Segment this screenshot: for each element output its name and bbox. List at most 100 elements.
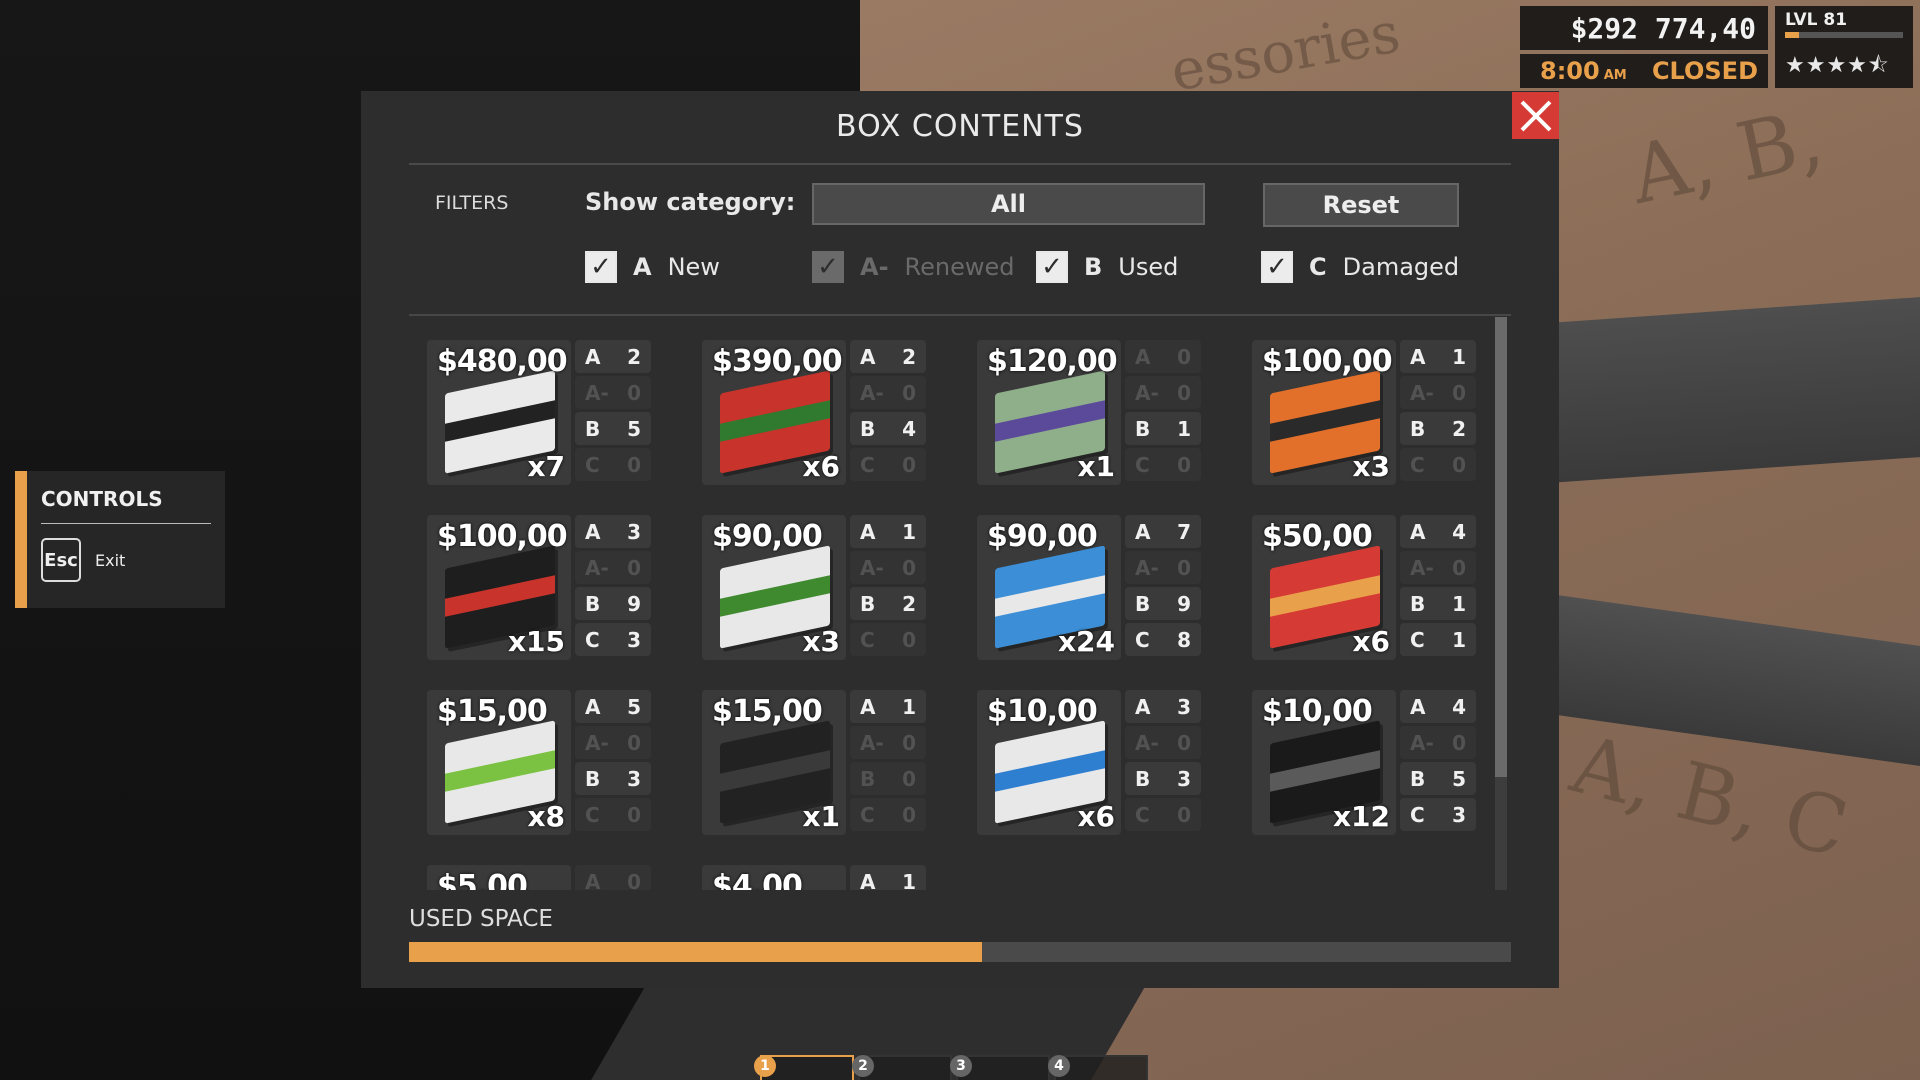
used-space-label: USED SPACE xyxy=(409,906,553,932)
show-category-label: Show category: xyxy=(585,188,796,216)
grade-breakdown: A 5 A- 0 B 3 C 0 xyxy=(575,690,651,835)
grade-count-a: A3 xyxy=(575,515,651,548)
controls-title: CONTROLS xyxy=(41,487,211,524)
item-quantity: x15 xyxy=(507,625,565,658)
hotbar-slot[interactable]: 4 xyxy=(1048,1055,1148,1080)
item-card[interactable]: $480,00 x7 A 2 A- 0 B 5 C 0 xyxy=(427,340,651,485)
item-price: $4,00 xyxy=(712,869,803,890)
grade-count-b: B3 xyxy=(1125,762,1201,795)
box-contents-modal: BOX CONTENTS FILTERS Show category: All … xyxy=(361,91,1559,988)
item-image-panel: $10,00 x12 xyxy=(1252,690,1396,835)
grade-count-b: B9 xyxy=(575,587,651,620)
grade-letter: B xyxy=(1084,253,1103,281)
control-row-exit[interactable]: Esc Exit xyxy=(41,538,211,582)
grade-count-a: A2 xyxy=(850,340,926,373)
item-card[interactable]: $100,00 x3 A 1 A- 0 B 2 C 0 xyxy=(1252,340,1476,485)
item-price: $90,00 xyxy=(712,519,823,554)
item-card[interactable]: $10,00 x6 A 3 A- 0 B 3 C 0 xyxy=(977,690,1201,835)
grade-count-aminus: A- 0 xyxy=(575,726,651,759)
item-quantity: x12 xyxy=(1332,800,1390,833)
close-icon xyxy=(1520,100,1551,131)
money-display: $292 774,40 xyxy=(1520,6,1768,50)
item-price: $15,00 xyxy=(437,694,548,729)
item-quantity: x6 xyxy=(1352,625,1390,658)
item-card[interactable]: $90,00 x24 A 7 A- 0 B 9 C 8 xyxy=(977,515,1201,660)
clock-ampm: AM xyxy=(1603,68,1627,83)
grade-label: New xyxy=(667,253,720,281)
grade-breakdown: A 2 A- 0 B 5 C 0 xyxy=(575,340,651,485)
grade-filter-damaged[interactable]: ✓ C Damaged xyxy=(1261,251,1459,283)
grade-count-a: A4 xyxy=(1400,690,1476,723)
store-status: CLOSED xyxy=(1651,57,1758,85)
checkbox-icon[interactable]: ✓ xyxy=(1261,251,1293,283)
slot-number: 2 xyxy=(852,1055,874,1077)
close-button[interactable] xyxy=(1512,92,1559,139)
rating-stars-icon: ★★★★⯪ xyxy=(1785,53,1890,78)
item-card[interactable]: $100,00 x15 A 3 A- 0 B 9 C 3 xyxy=(427,515,651,660)
item-image-panel: $90,00 x24 xyxy=(977,515,1121,660)
item-quantity: x1 xyxy=(802,800,840,833)
item-card[interactable]: $390,00 x6 A 2 A- 0 B 4 C 0 xyxy=(702,340,926,485)
grade-filter-used[interactable]: ✓ B Used xyxy=(1036,251,1178,283)
item-quantity: x6 xyxy=(1077,800,1115,833)
grade-count-b: B1 xyxy=(1400,587,1476,620)
grade-count-c: C0 xyxy=(850,623,926,656)
grade-count-aminus: A- 0 xyxy=(1400,551,1476,584)
grade-count-a: A3 xyxy=(1125,690,1201,723)
grid-scrollbar[interactable] xyxy=(1495,317,1507,890)
item-price: $90,00 xyxy=(987,519,1098,554)
item-card[interactable]: $10,00 x12 A 4 A- 0 B 5 C 3 xyxy=(1252,690,1476,835)
reset-button[interactable]: Reset xyxy=(1263,183,1459,227)
category-select[interactable]: All xyxy=(812,183,1205,225)
item-card[interactable]: $50,00 x6 A 4 A- 0 B 1 C 1 xyxy=(1252,515,1476,660)
item-image-panel: $50,00 x6 xyxy=(1252,515,1396,660)
item-card[interactable]: $120,00 x1 A 0 A- 0 B 1 C 0 xyxy=(977,340,1201,485)
hotbar-slot[interactable]: 3 xyxy=(950,1055,1050,1080)
scrollbar-thumb[interactable] xyxy=(1495,317,1507,777)
grade-count-c: C0 xyxy=(575,798,651,831)
item-image-panel: $15,00 x8 xyxy=(427,690,571,835)
hotbar-slot[interactable]: 1 xyxy=(754,1055,854,1080)
grade-breakdown: A 3 A- 0 B 9 C 3 xyxy=(575,515,651,660)
grade-count-aminus: A- 0 xyxy=(1125,551,1201,584)
item-card[interactable]: $5,00 A0A-BC xyxy=(427,865,651,890)
item-image-panel: $4,00 xyxy=(702,865,846,890)
item-card[interactable]: $90,00 x3 A 1 A- 0 B 2 C 0 xyxy=(702,515,926,660)
title-divider xyxy=(409,163,1511,165)
grade-count-a: A1 xyxy=(1400,340,1476,373)
item-price: $5,00 xyxy=(437,869,528,890)
checkbox-icon[interactable]: ✓ xyxy=(1036,251,1068,283)
grade-count-a: A1 xyxy=(850,515,926,548)
grade-count-c: C0 xyxy=(850,448,926,481)
item-image-panel: $100,00 x15 xyxy=(427,515,571,660)
grade-count-aminus: A- 0 xyxy=(850,726,926,759)
modal-title: BOX CONTENTS xyxy=(836,109,1084,144)
xp-bar xyxy=(1785,32,1903,38)
background-shelf xyxy=(1550,297,1920,483)
grade-count-b: B5 xyxy=(575,412,651,445)
item-card[interactable]: $4,00 A1A-BC xyxy=(702,865,926,890)
items-grid: $480,00 x7 A 2 A- 0 B 5 C 0 $390,00 x6 A 2 A- 0 B 4 C 0 $120… xyxy=(409,316,1511,890)
item-quantity: x3 xyxy=(802,625,840,658)
item-price: $100,00 xyxy=(1262,344,1393,379)
level-label: LVL 81 xyxy=(1785,10,1848,30)
grade-breakdown: A 3 A- 0 B 3 C 0 xyxy=(1125,690,1201,835)
item-quantity: x1 xyxy=(1077,450,1115,483)
grade-filter-renewed: ✓ A- Renewed xyxy=(812,251,1015,283)
hotbar-slot[interactable]: 2 xyxy=(852,1055,952,1080)
grade-breakdown: A 7 A- 0 B 9 C 8 xyxy=(1125,515,1201,660)
grade-count-c: C0 xyxy=(1125,448,1201,481)
filters-label: FILTERS xyxy=(435,192,509,214)
item-card[interactable]: $15,00 x8 A 5 A- 0 B 3 C 0 xyxy=(427,690,651,835)
item-price: $390,00 xyxy=(712,344,843,379)
control-label: Exit xyxy=(95,550,126,570)
checkbox-icon[interactable]: ✓ xyxy=(585,251,617,283)
item-card[interactable]: $15,00 x1 A 1 A- 0 B 0 C 0 xyxy=(702,690,926,835)
grade-count-b: B4 xyxy=(850,412,926,445)
grade-count-a: A1 xyxy=(850,865,926,890)
item-quantity: x7 xyxy=(527,450,565,483)
grade-filter-new[interactable]: ✓ A New xyxy=(585,251,720,283)
item-image-panel: $10,00 x6 xyxy=(977,690,1121,835)
item-price: $480,00 xyxy=(437,344,568,379)
item-quantity: x3 xyxy=(1352,450,1390,483)
